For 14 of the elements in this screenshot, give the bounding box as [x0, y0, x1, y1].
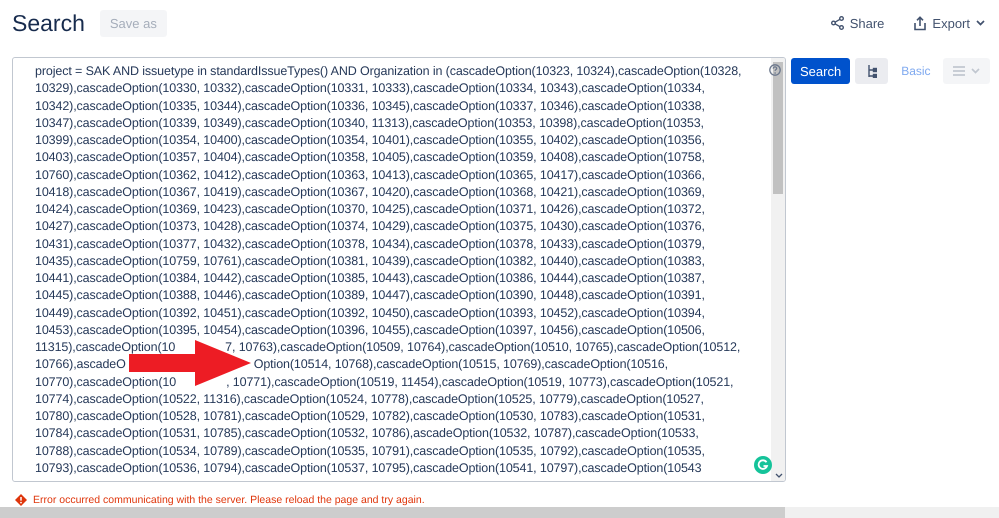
horizontal-scrollbar[interactable] — [0, 507, 785, 518]
export-icon — [914, 16, 926, 30]
page-title: Search — [12, 10, 85, 36]
tree-icon — [866, 64, 877, 78]
caret-icon — [976, 20, 985, 26]
error-icon — [15, 494, 27, 506]
export-button[interactable]: Export — [912, 12, 987, 34]
search-button[interactable]: Search — [791, 58, 850, 84]
caret-icon — [971, 68, 980, 74]
menu-icon — [953, 66, 965, 76]
share-icon — [830, 16, 844, 30]
share-button[interactable]: Share — [828, 12, 886, 34]
tree-view-button[interactable] — [855, 58, 888, 84]
error-message: Error occurred communicating with the server. Please reload the page and try again. — [33, 494, 425, 506]
